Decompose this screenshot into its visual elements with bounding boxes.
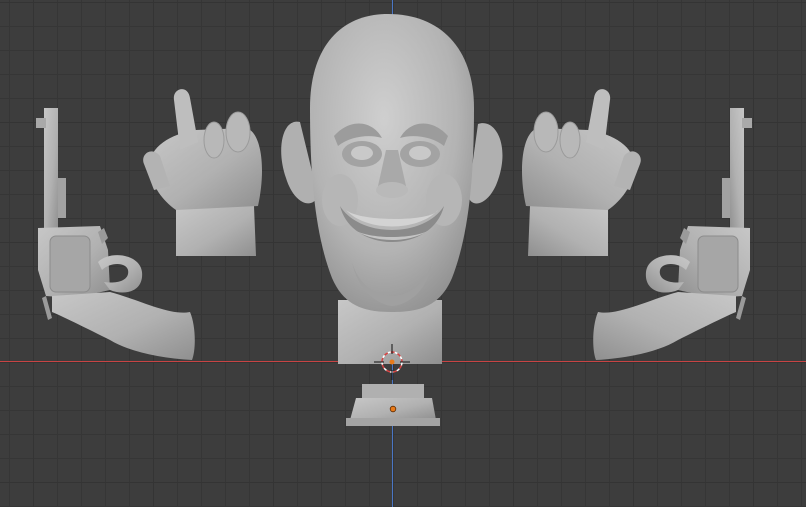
- origin-point-base: [389, 405, 397, 413]
- hand-left[interactable]: [142, 88, 263, 257]
- origin-point-head: [389, 359, 395, 365]
- stand-base[interactable]: [346, 384, 440, 426]
- smiling-head[interactable]: [281, 14, 503, 364]
- scene-canvas[interactable]: [0, 0, 806, 507]
- hand-right[interactable]: [521, 88, 642, 257]
- 3d-viewport[interactable]: [0, 0, 806, 507]
